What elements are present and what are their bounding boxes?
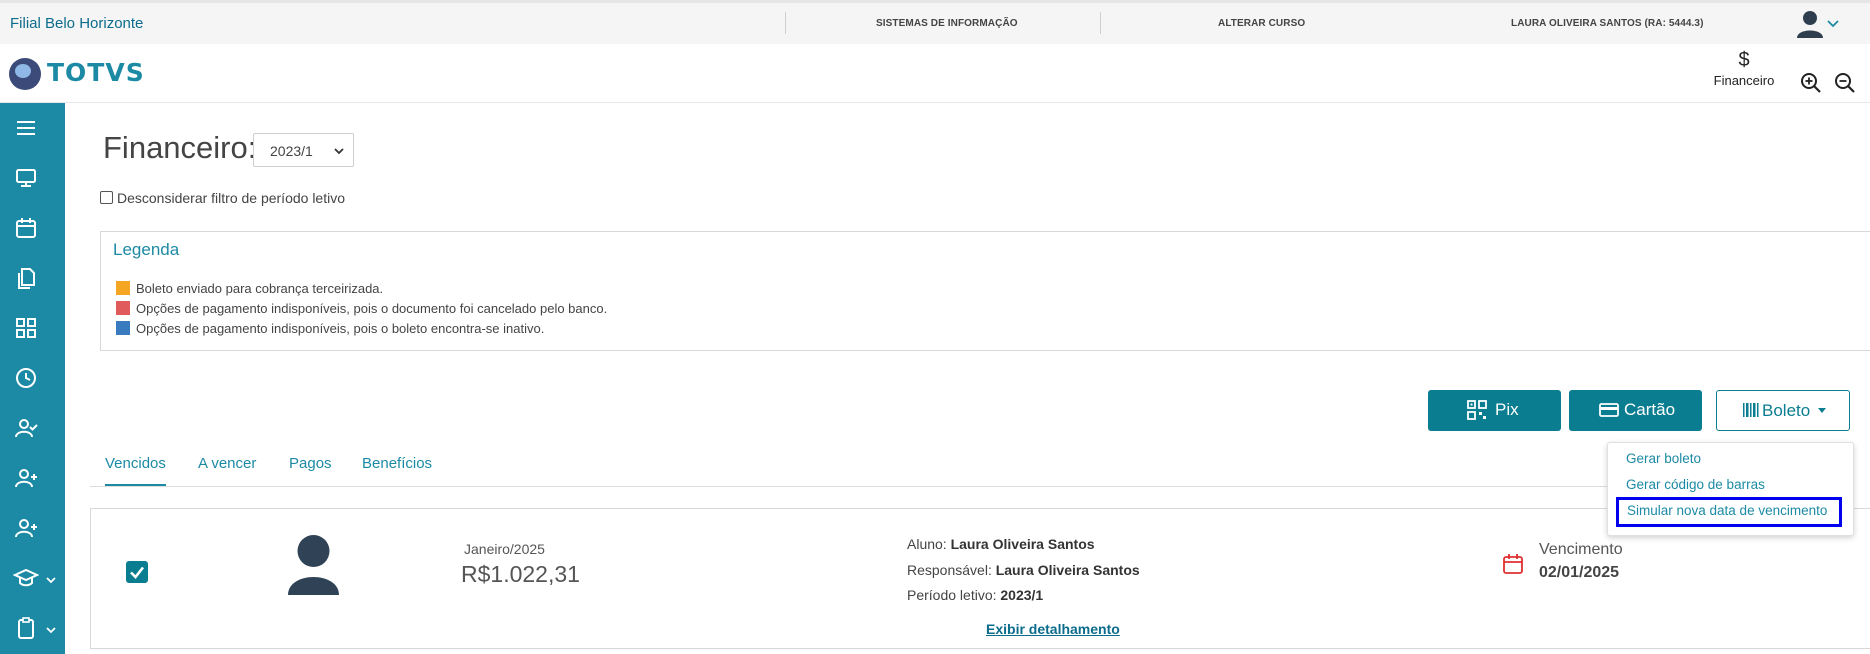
clock-icon[interactable] — [13, 365, 39, 391]
responsible-info: Responsável: Laura Oliveira Santos — [907, 562, 1140, 578]
clipboard-icon[interactable] — [13, 615, 39, 641]
user-add-icon[interactable] — [13, 515, 39, 541]
person-icon — [288, 535, 339, 595]
student-info: Aluno: Laura Oliveira Santos — [907, 536, 1095, 552]
show-details-link[interactable]: Exibir detalhamento — [986, 621, 1120, 637]
legend-item: Opções de pagamento indisponíveis, pois … — [116, 301, 607, 317]
financeiro-shortcut[interactable]: $ Financeiro — [1704, 50, 1784, 88]
zoom-in-icon[interactable] — [1800, 72, 1822, 94]
branch-name[interactable]: Filial Belo Horizonte — [10, 15, 143, 32]
tab-beneficios[interactable]: Benefícios — [362, 455, 432, 472]
student-label: Aluno: — [907, 536, 947, 552]
pix-button-label: Pix — [1495, 400, 1519, 419]
card-button-label: Cartão — [1624, 400, 1676, 419]
calendar-icon — [1503, 554, 1523, 574]
invoice-month: Janeiro/2025 — [464, 541, 545, 557]
invoice-tabs: Vencidos A vencer Pagos Benefícios — [90, 455, 1830, 487]
period-info: Período letivo: 2023/1 — [907, 587, 1043, 603]
header-bar: TOTVS $ Financeiro — [0, 44, 1870, 103]
documents-icon[interactable] — [13, 265, 39, 291]
user-name-link[interactable]: LAURA OLIVEIRA SANTOS (RA: 5444.3) — [1511, 18, 1704, 29]
boleto-dropdown-menu: Gerar boleto Gerar código de barras Simu… — [1607, 442, 1854, 536]
user-plus-icon[interactable] — [13, 465, 39, 491]
responsible-label: Responsável: — [907, 562, 992, 578]
period-value: 2023/1 — [1000, 587, 1044, 603]
tab-vencidos[interactable]: Vencidos — [105, 455, 166, 486]
chevron-down-icon[interactable] — [45, 574, 57, 586]
invoice-card: Janeiro/2025 R$1.022,31 Aluno: Laura Oli… — [90, 508, 1870, 649]
period-select-value: 2023/1 — [270, 143, 313, 159]
caret-down-icon — [1818, 408, 1826, 413]
ignore-period-filter-checkbox[interactable] — [100, 191, 113, 204]
invoice-select-checkbox[interactable] — [126, 561, 148, 583]
legend-panel: Legenda Boleto enviado para cobrança ter… — [100, 231, 1870, 351]
boleto-button[interactable]: Boleto — [1716, 390, 1850, 431]
monitor-icon[interactable] — [13, 165, 39, 191]
period-select[interactable]: 2023/1 — [253, 133, 354, 167]
checkmark-icon — [130, 566, 145, 579]
barcode-icon — [1743, 403, 1759, 417]
legend-item-label: Opções de pagamento indisponíveis, pois … — [136, 321, 545, 336]
page-title: Financeiro: — [103, 130, 257, 165]
boleto-button-label: Boleto — [1762, 401, 1811, 420]
top-bar: Filial Belo Horizonte SISTEMAS DE INFORM… — [0, 0, 1870, 44]
tab-a-vencer[interactable]: A vencer — [198, 455, 256, 472]
totvs-logo-icon — [9, 58, 41, 90]
divider — [1100, 12, 1101, 34]
card-button[interactable]: Cartão — [1569, 390, 1702, 431]
grid-icon[interactable] — [13, 315, 39, 341]
generate-boleto-option[interactable]: Gerar boleto — [1626, 451, 1701, 466]
user-check-icon[interactable] — [13, 415, 39, 441]
invoice-amount: R$1.022,31 — [461, 561, 580, 587]
pix-button[interactable]: Pix — [1428, 390, 1561, 431]
course-name-link[interactable]: SISTEMAS DE INFORMAÇÃO — [876, 18, 1018, 29]
orange-swatch — [116, 281, 130, 295]
legend-title: Legenda — [113, 240, 180, 259]
legend-item: Boleto enviado para cobrança terceirizad… — [116, 281, 383, 297]
dollar-icon: $ — [1738, 49, 1750, 71]
due-label: Vencimento — [1539, 541, 1623, 558]
responsible-name: Laura Oliveira Santos — [995, 562, 1140, 578]
divider — [785, 12, 786, 34]
legend-item: Opções de pagamento indisponíveis, pois … — [116, 321, 544, 337]
chevron-down-icon[interactable] — [1826, 16, 1840, 30]
tab-pagos[interactable]: Pagos — [289, 455, 332, 472]
change-course-link[interactable]: ALTERAR CURSO — [1218, 18, 1305, 29]
chevron-down-icon[interactable] — [45, 624, 57, 636]
period-label: Período letivo: — [907, 587, 997, 603]
simulate-due-date-option[interactable]: Simular nova data de vencimento — [1616, 497, 1842, 527]
user-avatar-icon[interactable] — [1795, 9, 1825, 39]
chevron-down-icon — [334, 148, 344, 155]
red-swatch — [116, 301, 130, 315]
due-date: 02/01/2025 — [1539, 564, 1620, 581]
legend-item-label: Opções de pagamento indisponíveis, pois … — [136, 301, 608, 316]
blue-swatch — [116, 321, 130, 335]
financeiro-shortcut-label: Financeiro — [1713, 73, 1775, 88]
credit-card-icon — [1599, 403, 1619, 417]
totvs-logo-text: TOTVS — [47, 58, 145, 87]
zoom-out-icon[interactable] — [1834, 72, 1856, 94]
student-name: Laura Oliveira Santos — [950, 536, 1095, 552]
graduation-cap-icon[interactable] — [13, 565, 39, 591]
sidebar — [0, 103, 65, 654]
qr-code-icon — [1467, 400, 1487, 420]
ignore-period-filter-label: Desconsiderar filtro de período letivo — [117, 190, 346, 206]
calendar-icon[interactable] — [13, 215, 39, 241]
menu-icon[interactable] — [13, 115, 39, 141]
generate-barcode-option[interactable]: Gerar código de barras — [1626, 477, 1765, 492]
legend-item-label: Boleto enviado para cobrança terceirizad… — [136, 281, 384, 296]
